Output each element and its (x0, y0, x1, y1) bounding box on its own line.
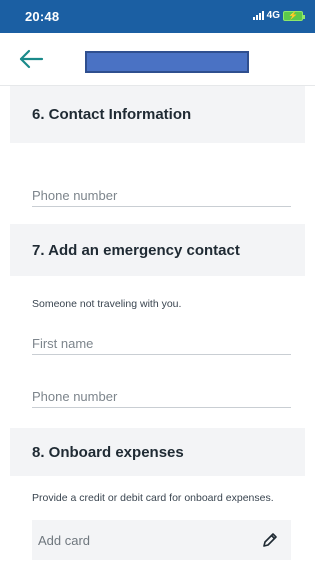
status-time: 20:48 (25, 9, 60, 24)
expenses-description: Provide a credit or debit card for onboa… (32, 492, 274, 504)
battery-icon: ⚡ (283, 10, 305, 21)
emergency-first-name-field[interactable]: First name (32, 336, 291, 355)
add-card-button[interactable]: Add card (32, 520, 291, 560)
phone-placeholder: Phone number (32, 389, 118, 404)
phone-placeholder: Phone number (32, 188, 118, 203)
add-card-label: Add card (38, 532, 91, 548)
section-title: 7. Add an emergency contact (32, 241, 240, 259)
section-header-onboard-expenses: 8. Onboard expenses (10, 428, 305, 476)
form-content: 6. Contact Information Phone number 7. A… (10, 86, 305, 560)
page-title-redacted (85, 51, 249, 73)
first-name-placeholder: First name (32, 336, 94, 351)
signal-icon (252, 11, 264, 20)
contact-phone-field[interactable]: Phone number (32, 188, 291, 207)
section-title: 6. Contact Information (32, 106, 192, 123)
charging-bolt-icon: ⚡ (288, 10, 298, 20)
pencil-icon[interactable] (261, 531, 279, 549)
section-header-emergency-contact: 7. Add an emergency contact (10, 224, 305, 276)
status-indicators: 4G ⚡ (252, 10, 305, 21)
network-label: 4G (266, 10, 280, 21)
emergency-description: Someone not traveling with you. (32, 298, 182, 310)
section-header-contact-info: 6. Contact Information (10, 86, 305, 143)
app-header (0, 33, 315, 86)
status-bar: 20:48 4G ⚡ (0, 0, 315, 33)
section-title: 8. Onboard expenses (32, 443, 184, 461)
emergency-phone-field[interactable]: Phone number (32, 389, 291, 408)
arrow-left-icon[interactable] (18, 48, 44, 70)
